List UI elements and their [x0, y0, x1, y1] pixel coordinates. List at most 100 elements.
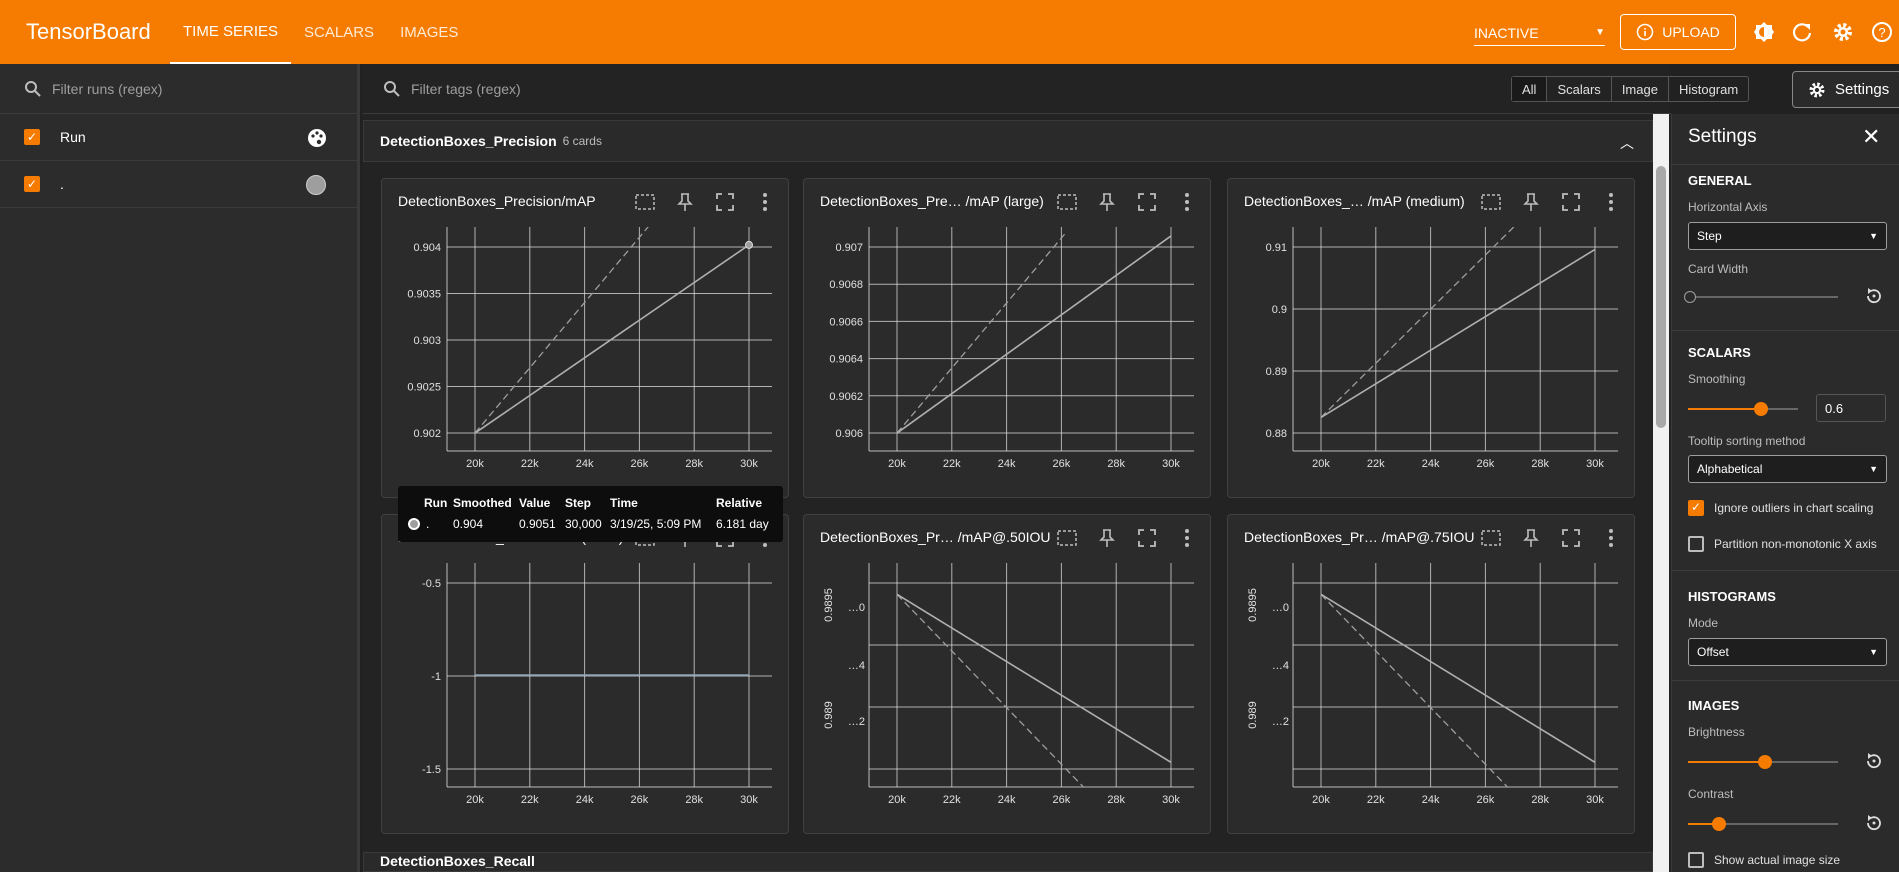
main-scrollbar[interactable] — [1653, 114, 1669, 872]
check-icon: ✓ — [26, 130, 38, 144]
y-tick-label: 0.989 — [823, 701, 835, 729]
fullscreen-icon[interactable] — [714, 191, 736, 213]
run-color-swatch[interactable] — [306, 175, 326, 195]
help-icon[interactable]: ? — [1870, 20, 1894, 44]
x-tick-label: 20k — [466, 794, 484, 806]
smoothing-label: Smoothing — [1688, 372, 1746, 386]
ignore-outliers-checkbox[interactable]: ✓ — [1688, 500, 1704, 516]
smoothing-slider[interactable] — [1688, 402, 1798, 416]
refresh-icon[interactable] — [1790, 20, 1814, 44]
next-card-group-header[interactable]: DetectionBoxes_Recall — [363, 852, 1653, 872]
card-group-header[interactable]: DetectionBoxes_Precision 6 cards ︿ — [363, 120, 1653, 162]
histograms-heading: HISTOGRAMS — [1688, 589, 1776, 604]
x-tick-label: 30k — [1586, 458, 1604, 470]
run-filter[interactable]: Filter runs (regex) — [0, 64, 357, 114]
x-tick-label: 26k — [631, 458, 649, 470]
type-filter-all[interactable]: All — [1512, 77, 1548, 101]
more-icon[interactable] — [754, 191, 776, 213]
pin-icon[interactable] — [674, 191, 696, 213]
palette-icon[interactable] — [306, 127, 328, 149]
data-selection-icon[interactable] — [1056, 191, 1078, 213]
reset-icon[interactable] — [1864, 813, 1884, 833]
type-filter-image[interactable]: Image — [1612, 77, 1669, 101]
data-selection-icon[interactable] — [1480, 527, 1502, 549]
theme-icon[interactable] — [1752, 20, 1776, 44]
x-tick-label: 20k — [1312, 458, 1330, 470]
data-selection-icon[interactable] — [634, 191, 656, 213]
data-selection-icon[interactable] — [1480, 191, 1502, 213]
smoothing-input[interactable]: 0.6 — [1816, 394, 1886, 422]
settings-button[interactable]: Settings — [1792, 71, 1899, 108]
pin-icon[interactable] — [1096, 527, 1118, 549]
more-icon[interactable] — [1600, 527, 1622, 549]
type-filter-scalars[interactable]: Scalars — [1547, 77, 1612, 101]
x-tick-label: 24k — [998, 458, 1016, 470]
scalar-card[interactable]: DetectionBoxes_Pr… /mAP@.75IOU 20k 22k 24k 2… — [1227, 514, 1635, 834]
gear-icon[interactable] — [1831, 20, 1855, 44]
pin-icon[interactable] — [1096, 191, 1118, 213]
brightness-slider[interactable] — [1688, 755, 1838, 769]
select-all-checkbox[interactable]: ✓ — [24, 129, 40, 145]
more-icon[interactable] — [1176, 527, 1198, 549]
scalar-card[interactable]: DetectionBoxes_Pre… /mAP (large) 20k 22k 24… — [803, 178, 1211, 498]
data-selection-icon[interactable] — [1056, 527, 1078, 549]
contrast-slider[interactable] — [1688, 817, 1838, 831]
raw-series-line — [1320, 227, 1515, 418]
fullscreen-icon[interactable] — [1560, 527, 1582, 549]
card-title: DetectionBoxes_… /mAP (medium) — [1244, 193, 1465, 209]
x-tick-label: 28k — [1531, 794, 1549, 806]
more-icon[interactable] — [1600, 191, 1622, 213]
images-heading: IMAGES — [1688, 698, 1740, 713]
scalar-card[interactable]: DetectionBoxes_Pre… /mAP (small)20k22k24… — [381, 514, 789, 834]
tab-scalars[interactable]: SCALARS — [291, 0, 387, 64]
plugin-select[interactable]: INACTIVE ▼ — [1474, 20, 1605, 46]
tab-images[interactable]: IMAGES — [387, 0, 471, 64]
fullscreen-icon[interactable] — [1136, 527, 1158, 549]
slider-knob[interactable] — [1758, 755, 1772, 769]
chart-plot[interactable]: 20k 22k 24k 26k 28k 30k 0.9895 0.989 …0 …4 …2 — [804, 555, 1212, 835]
slider-knob[interactable] — [1712, 817, 1726, 831]
slider-knob[interactable] — [1754, 402, 1768, 416]
pin-icon[interactable] — [1520, 527, 1542, 549]
hover-point — [745, 240, 753, 249]
tag-filter[interactable]: Filter tags (regex) All Scalars Image Hi… — [363, 64, 1750, 114]
run-checkbox[interactable]: ✓ — [24, 176, 40, 192]
more-icon[interactable] — [1176, 191, 1198, 213]
y-tick-label: 0.9066 — [829, 316, 863, 328]
scalar-card[interactable]: DetectionBoxes_Precision/mAP 20k 22k 24k 26k… — [381, 178, 789, 498]
chart-plot[interactable]: 20k 22k 24k 26k 28k 30k 0.9895 0.989 …0 …4 …2 — [1228, 555, 1636, 835]
scalar-card[interactable]: DetectionBoxes_… /mAP (medium) 20k 22k 24k 2… — [1227, 178, 1635, 498]
pin-icon[interactable] — [1520, 191, 1542, 213]
smoothed-series-line — [1320, 248, 1596, 419]
reset-icon[interactable] — [1864, 286, 1884, 306]
reset-icon[interactable] — [1864, 751, 1884, 771]
run-item[interactable]: ✓ . — [0, 161, 357, 208]
y-tick-label: …4 — [1272, 660, 1289, 672]
horizontal-axis-label: Horizontal Axis — [1688, 200, 1768, 214]
tooltip-header-smoothed: Smoothed — [453, 496, 512, 510]
chevron-up-icon[interactable]: ︿ — [1620, 133, 1634, 153]
upload-button[interactable]: UPLOAD — [1620, 14, 1736, 50]
scalar-card[interactable]: DetectionBoxes_Pr… /mAP@.50IOU 20k 22k 24k 2… — [803, 514, 1211, 834]
tooltip-sort-select[interactable]: Alphabetical ▼ — [1688, 455, 1887, 483]
chart-plot[interactable]: 20k 22k 24k 26k 28k 30k -0.5 -1 -1.5 — [382, 555, 790, 835]
fullscreen-icon[interactable] — [1560, 191, 1582, 213]
scrollbar-thumb[interactable] — [1656, 166, 1666, 428]
chart-plot[interactable]: 20k 22k 24k 26k 28k 30k 0.904 0.9035 0.903 0.9025… — [382, 219, 790, 499]
fullscreen-icon[interactable] — [1136, 191, 1158, 213]
y-tick-label: …2 — [1272, 716, 1289, 728]
ignore-outliers-label: Ignore outliers in chart scaling — [1714, 501, 1874, 515]
close-icon[interactable]: ✕ — [1862, 124, 1880, 150]
chart-plot[interactable]: 20k 22k 24k 26k 28k 30k 0.91 0.9 0.89 0.88 — [1228, 219, 1636, 499]
mode-select[interactable]: Offset ▼ — [1688, 638, 1887, 666]
type-filter-histogram[interactable]: Histogram — [1669, 77, 1748, 101]
horizontal-axis-select[interactable]: Step ▼ — [1688, 222, 1887, 250]
slider-knob[interactable] — [1684, 291, 1696, 303]
chart-plot[interactable]: 20k 22k 24k 26k 28k 30k 0.907 0.9068 0.9066 0.906… — [804, 219, 1212, 499]
svg-text:?: ? — [1878, 25, 1885, 40]
tab-time-series[interactable]: TIME SERIES — [170, 0, 292, 64]
show-actual-size-checkbox[interactable] — [1688, 852, 1704, 868]
card-toolbar — [1056, 191, 1198, 213]
partition-checkbox[interactable] — [1688, 536, 1704, 552]
card-width-slider[interactable] — [1684, 291, 1838, 303]
